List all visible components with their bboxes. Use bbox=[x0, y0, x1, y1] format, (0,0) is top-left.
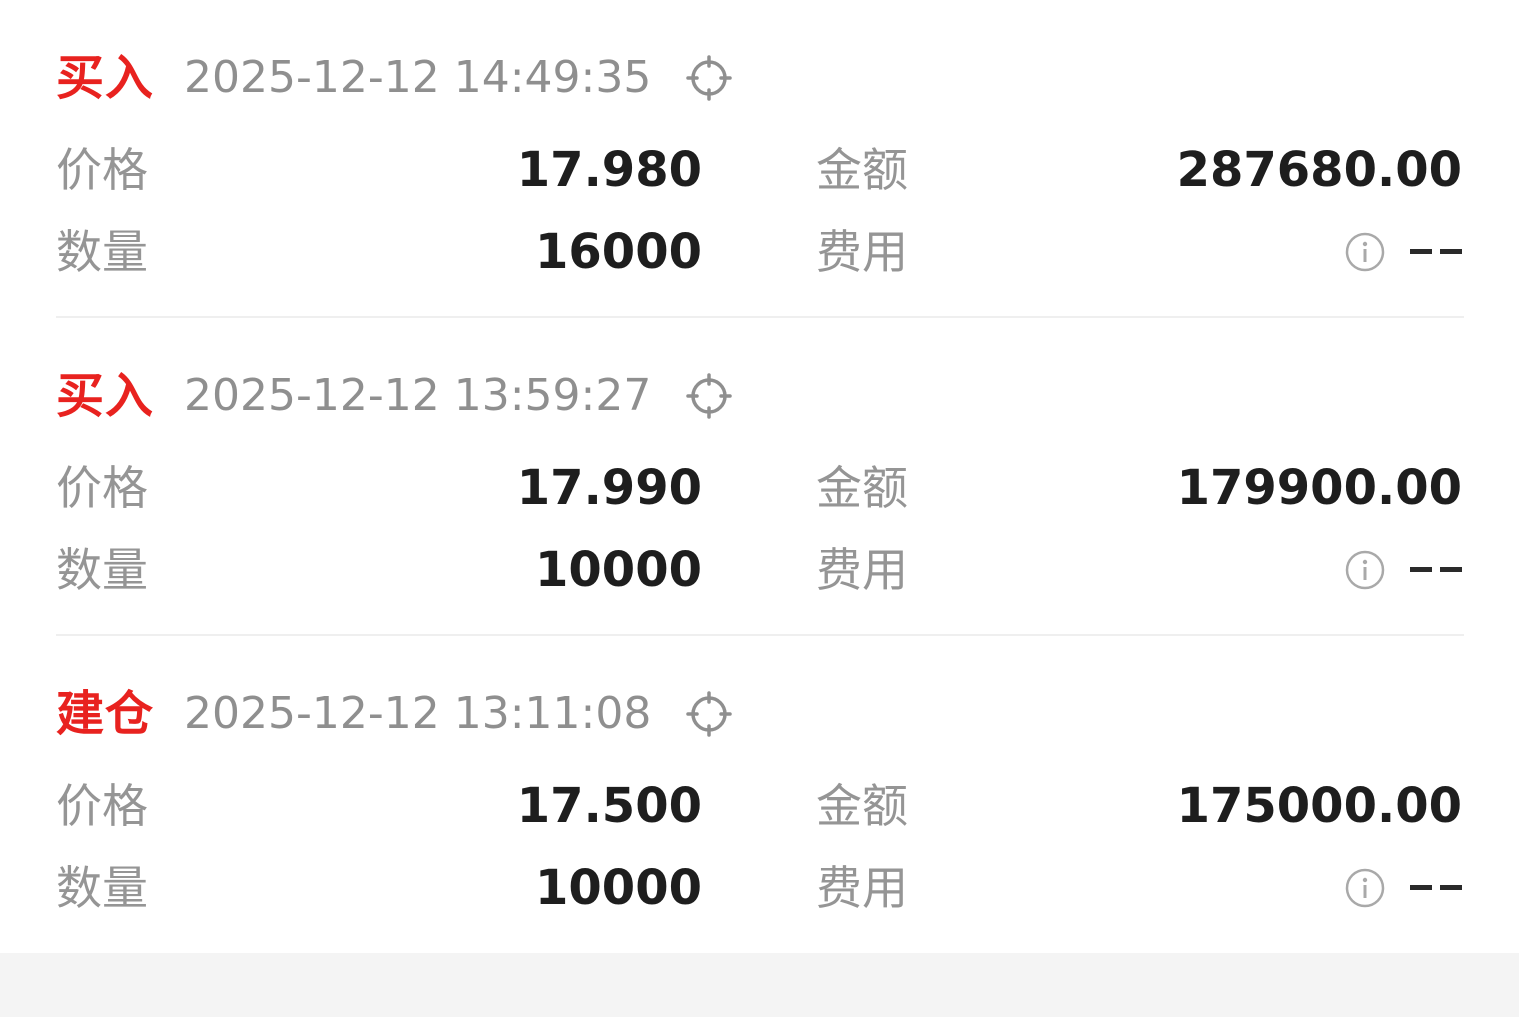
crosshair-icon[interactable] bbox=[685, 690, 733, 738]
trade-record[interactable]: 建仓 2025-12-12 13:11:08 价格 17.500 金额 1750… bbox=[56, 684, 1464, 984]
amount-label: 金额 bbox=[816, 143, 908, 197]
fee-value-group: -- bbox=[1344, 858, 1462, 918]
fee-value-group: -- bbox=[1344, 222, 1462, 282]
price-value: 17.990 bbox=[516, 460, 702, 516]
trade-action-label: 买入 bbox=[56, 50, 155, 106]
trade-time: 2025-12-12 13:59:27 bbox=[184, 370, 652, 421]
trade-record[interactable]: 买入 2025-12-12 14:49:35 价格 17.980 金额 2876… bbox=[56, 48, 1464, 348]
quantity-value: 10000 bbox=[535, 860, 702, 916]
amount-value: 179900.00 bbox=[1176, 460, 1462, 516]
trade-action-label: 建仓 bbox=[56, 686, 155, 742]
fee-value-group: -- bbox=[1344, 540, 1462, 600]
trade-time: 2025-12-12 13:11:08 bbox=[184, 688, 652, 739]
price-value: 17.980 bbox=[516, 142, 702, 198]
quantity-value: 16000 bbox=[535, 224, 702, 280]
fee-value: -- bbox=[1410, 885, 1462, 891]
amount-value: 287680.00 bbox=[1176, 142, 1462, 198]
amount-label: 金额 bbox=[816, 461, 908, 515]
trade-action-label: 买入 bbox=[56, 368, 155, 424]
trade-record[interactable]: 买入 2025-12-12 13:59:27 价格 17.990 金额 1799… bbox=[56, 366, 1464, 666]
info-icon[interactable] bbox=[1344, 867, 1386, 909]
price-value: 17.500 bbox=[516, 778, 702, 834]
crosshair-icon[interactable] bbox=[685, 54, 733, 102]
record-header: 买入 2025-12-12 14:49:35 bbox=[56, 48, 733, 108]
quantity-value: 10000 bbox=[535, 542, 702, 598]
crosshair-icon[interactable] bbox=[685, 372, 733, 420]
info-icon[interactable] bbox=[1344, 549, 1386, 591]
amount-value: 175000.00 bbox=[1176, 778, 1462, 834]
divider bbox=[56, 316, 1464, 318]
quantity-label: 数量 bbox=[56, 225, 148, 279]
quantity-label: 数量 bbox=[56, 861, 148, 915]
fee-value: -- bbox=[1410, 567, 1462, 573]
price-label: 价格 bbox=[56, 461, 148, 515]
quantity-label: 数量 bbox=[56, 543, 148, 597]
price-label: 价格 bbox=[56, 779, 148, 833]
price-label: 价格 bbox=[56, 143, 148, 197]
divider bbox=[56, 634, 1464, 636]
fee-label: 费用 bbox=[816, 861, 908, 915]
record-header: 买入 2025-12-12 13:59:27 bbox=[56, 366, 733, 426]
amount-label: 金额 bbox=[816, 779, 908, 833]
bottom-background bbox=[0, 953, 1519, 1017]
trade-time: 2025-12-12 14:49:35 bbox=[184, 52, 652, 103]
fee-label: 费用 bbox=[816, 543, 908, 597]
record-header: 建仓 2025-12-12 13:11:08 bbox=[56, 684, 733, 744]
info-icon[interactable] bbox=[1344, 231, 1386, 273]
trade-records-list: 买入 2025-12-12 14:49:35 价格 17.980 金额 2876… bbox=[0, 0, 1519, 953]
fee-label: 费用 bbox=[816, 225, 908, 279]
fee-value: -- bbox=[1410, 249, 1462, 255]
